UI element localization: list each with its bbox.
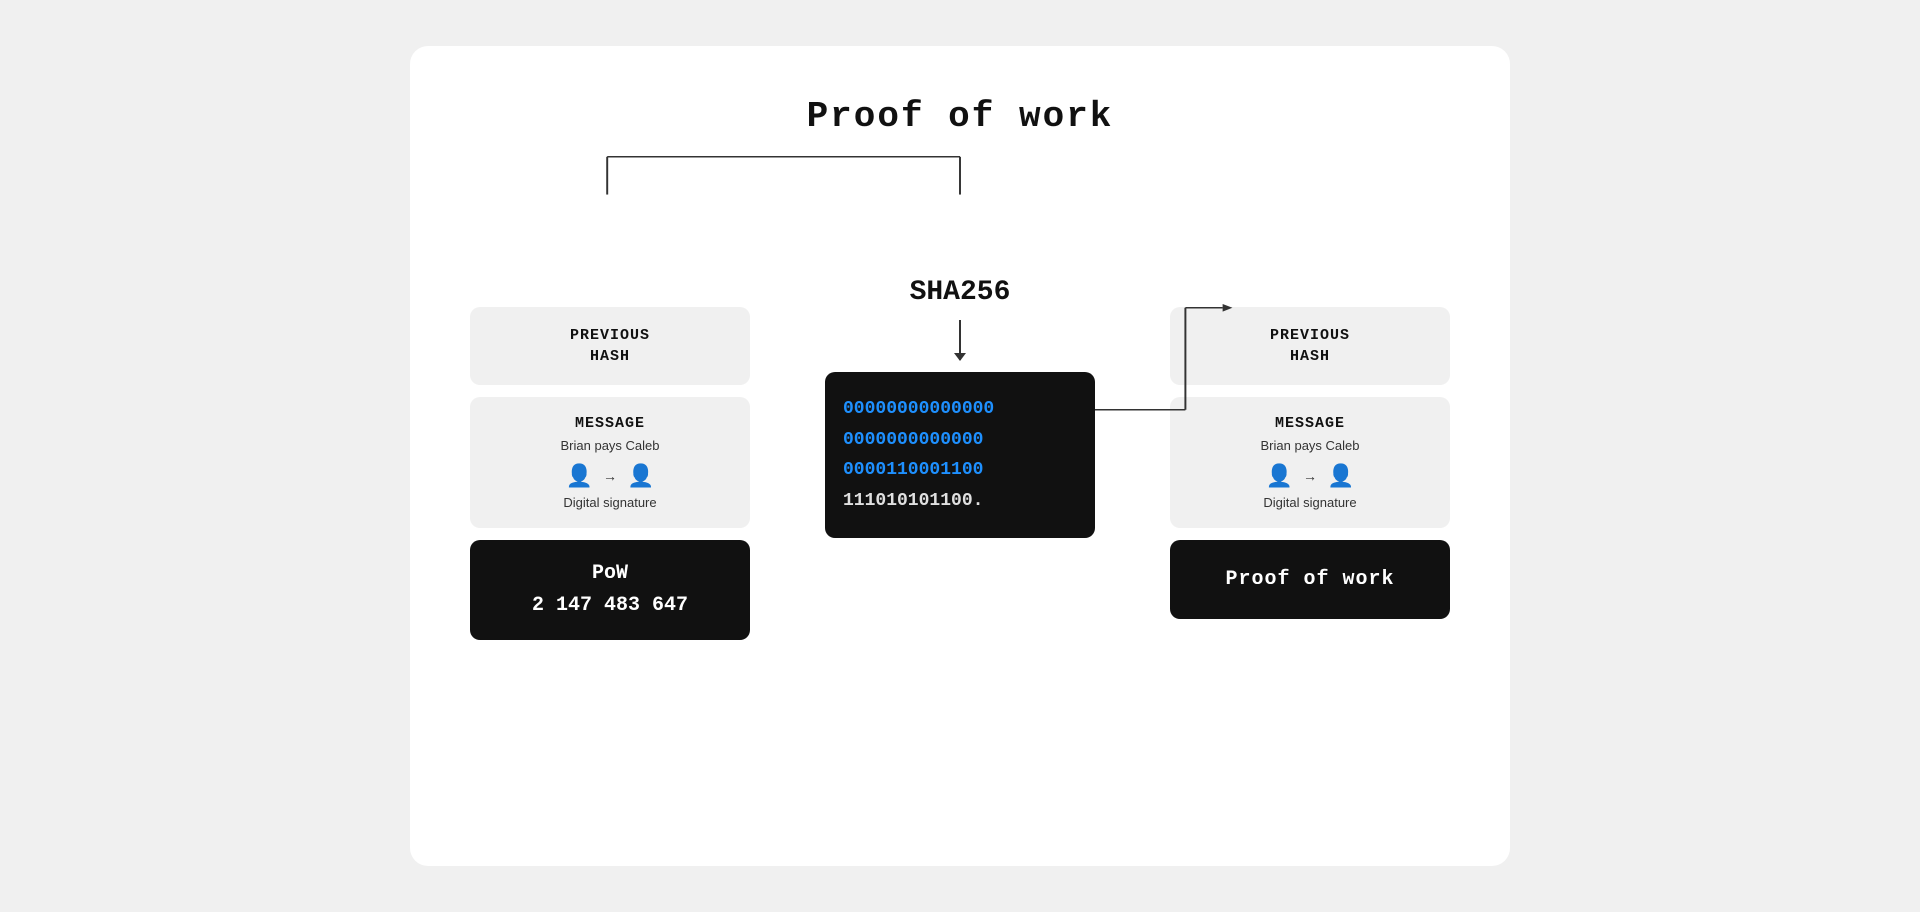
sha-arrow-down — [959, 320, 961, 360]
center-column: SHA256 00000000000000 0000000000000 0000… — [790, 187, 1130, 538]
right-previous-hash-card: PREVIOUSHASH — [1170, 307, 1450, 385]
right-message-people: 👤 → 👤 — [1190, 463, 1430, 489]
hash-line-3: 0000110001100 — [843, 455, 1077, 486]
right-arrow-icon: → — [1303, 468, 1317, 484]
left-column: PREVIOUSHASH MESSAGE Brian pays Caleb 👤 … — [470, 307, 750, 640]
proof-of-work-label: Proof of work — [1194, 568, 1426, 591]
right-column: PREVIOUSHASH MESSAGE Brian pays Caleb 👤 … — [1170, 307, 1450, 619]
right-message-sub: Brian pays Caleb — [1190, 438, 1430, 453]
right-digital-sig: Digital signature — [1190, 495, 1430, 510]
left-pow-value: 2 147 483 647 — [494, 590, 726, 622]
left-previous-hash-label: PREVIOUSHASH — [490, 325, 730, 367]
left-arrow-icon: → — [603, 468, 617, 484]
left-person-from-icon: 👤 — [566, 463, 593, 489]
left-message-title: MESSAGE — [490, 415, 730, 432]
hash-output-box: 00000000000000 0000000000000 00001100011… — [825, 372, 1095, 538]
right-message-title: MESSAGE — [1190, 415, 1430, 432]
hash-line-1: 00000000000000 — [843, 394, 1077, 425]
right-previous-hash-label: PREVIOUSHASH — [1190, 325, 1430, 367]
left-pow-title: PoW — [494, 558, 726, 590]
left-message-card: MESSAGE Brian pays Caleb 👤 → 👤 Digital s… — [470, 397, 750, 528]
right-person-from-icon: 👤 — [1266, 463, 1293, 489]
proof-of-work-box: Proof of work — [1170, 540, 1450, 619]
hash-line-4: 111010101100. — [843, 486, 1077, 517]
right-person-to-icon: 👤 — [1327, 463, 1354, 489]
left-message-sub: Brian pays Caleb — [490, 438, 730, 453]
page-title: Proof of work — [807, 96, 1114, 137]
left-person-to-icon: 👤 — [627, 463, 654, 489]
left-digital-sig: Digital signature — [490, 495, 730, 510]
sha256-label: SHA256 — [910, 277, 1011, 308]
diagram-container: PREVIOUSHASH MESSAGE Brian pays Caleb 👤 … — [470, 187, 1450, 640]
left-message-people: 👤 → 👤 — [490, 463, 730, 489]
left-previous-hash-card: PREVIOUSHASH — [470, 307, 750, 385]
hash-line-2: 0000000000000 — [843, 425, 1077, 456]
main-card: Proof of work PREVIOUSHASH MESSAGE — [410, 46, 1510, 866]
right-message-card: MESSAGE Brian pays Caleb 👤 → 👤 Digital s… — [1170, 397, 1450, 528]
left-pow-box: PoW 2 147 483 647 — [470, 540, 750, 640]
